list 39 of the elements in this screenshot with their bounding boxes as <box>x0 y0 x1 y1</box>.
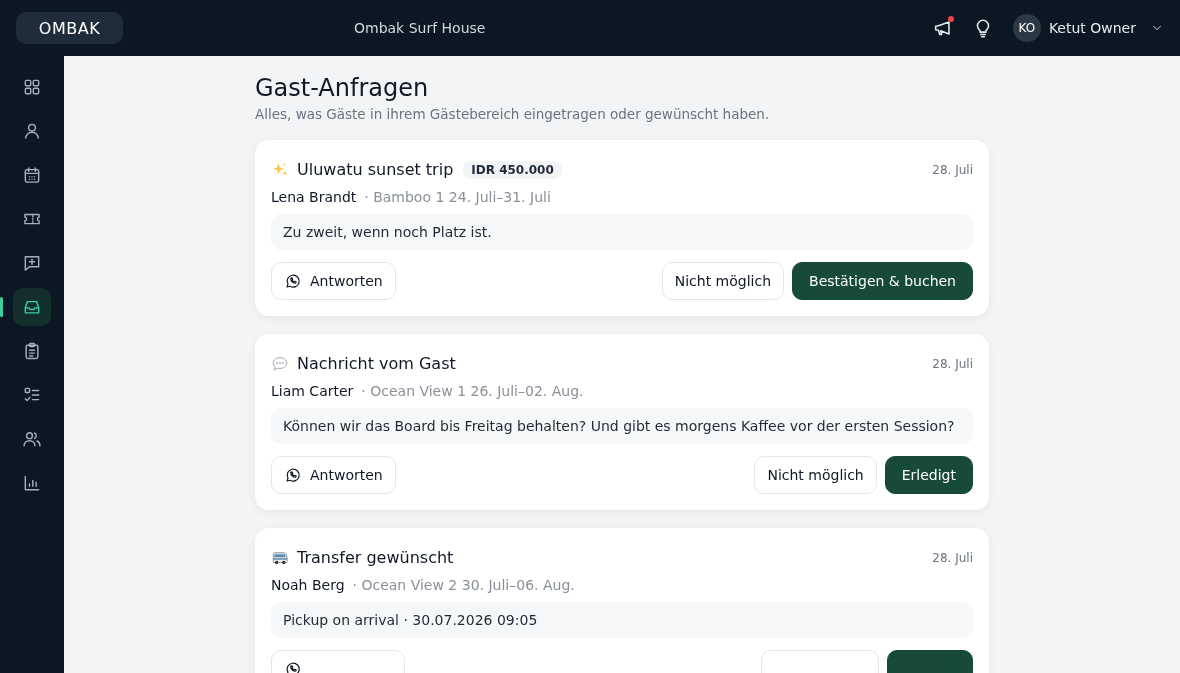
guest-name: Lena Brandt <box>271 189 357 205</box>
clipboard-icon <box>22 341 42 361</box>
logo[interactable]: OMBAK <box>16 12 123 44</box>
stay-info: · Ocean View 2 30. Juli–06. Aug. <box>352 577 575 593</box>
guest-message: Zu zweit, wenn noch Platz ist. <box>271 214 973 250</box>
guest-name: Liam Carter <box>271 383 354 399</box>
reply-button[interactable]: Antworten <box>271 262 396 300</box>
request-date: 28. Juli <box>932 356 973 371</box>
guest-message: Pickup on arrival · 30.07.2026 09:05 <box>271 602 973 638</box>
stay-info: · Ocean View 1 26. Juli–02. Aug. <box>361 383 584 399</box>
bar-chart-icon <box>22 473 42 493</box>
confirm-button[interactable]: Erledigt <box>884 456 973 494</box>
guest-name: Noah Berg <box>271 577 345 593</box>
request-title: Nachricht vom Gast <box>297 354 456 373</box>
calendar-icon <box>22 165 42 185</box>
guest-message: Können wir das Board bis Freitag behalten? Und gibt es morgens Kaffee vor der ersten Session? <box>271 408 973 444</box>
confirm-button[interactable]: Bestätigen & buchen <box>792 262 973 300</box>
message-plus-icon <box>22 253 42 273</box>
grid-icon <box>22 77 42 97</box>
whatsapp-icon <box>284 660 302 673</box>
speech-bubble-icon <box>271 354 289 373</box>
request-date: 28. Juli <box>932 550 973 565</box>
page-title: Gast-Anfragen <box>255 74 430 102</box>
stay-info: · Bamboo 1 24. Juli–31. Juli <box>364 189 551 205</box>
request-title: Uluwatu sunset trip <box>297 160 454 179</box>
user-avatar[interactable]: KO <box>1012 14 1041 42</box>
reply-button[interactable]: Antworten <box>271 456 396 494</box>
property-name: Ombak Surf House <box>354 20 486 36</box>
price-tag: IDR 450.000 <box>463 160 562 179</box>
people-icon <box>22 429 42 449</box>
whatsapp-icon <box>284 466 302 484</box>
decline-button[interactable]: Nicht möglich <box>754 456 877 494</box>
user-name[interactable]: Ketut Owner <box>1048 20 1136 36</box>
request-title: Transfer gewünscht <box>297 548 454 567</box>
page-subtitle: Alles, was Gäste in ihrem Gästebereich eingetragen oder gewünscht haben. <box>255 106 771 122</box>
person-icon <box>22 121 42 141</box>
whatsapp-icon <box>284 272 302 290</box>
request-date: 28. Juli <box>932 162 973 177</box>
decline-button[interactable]: Nicht möglich <box>661 262 785 300</box>
